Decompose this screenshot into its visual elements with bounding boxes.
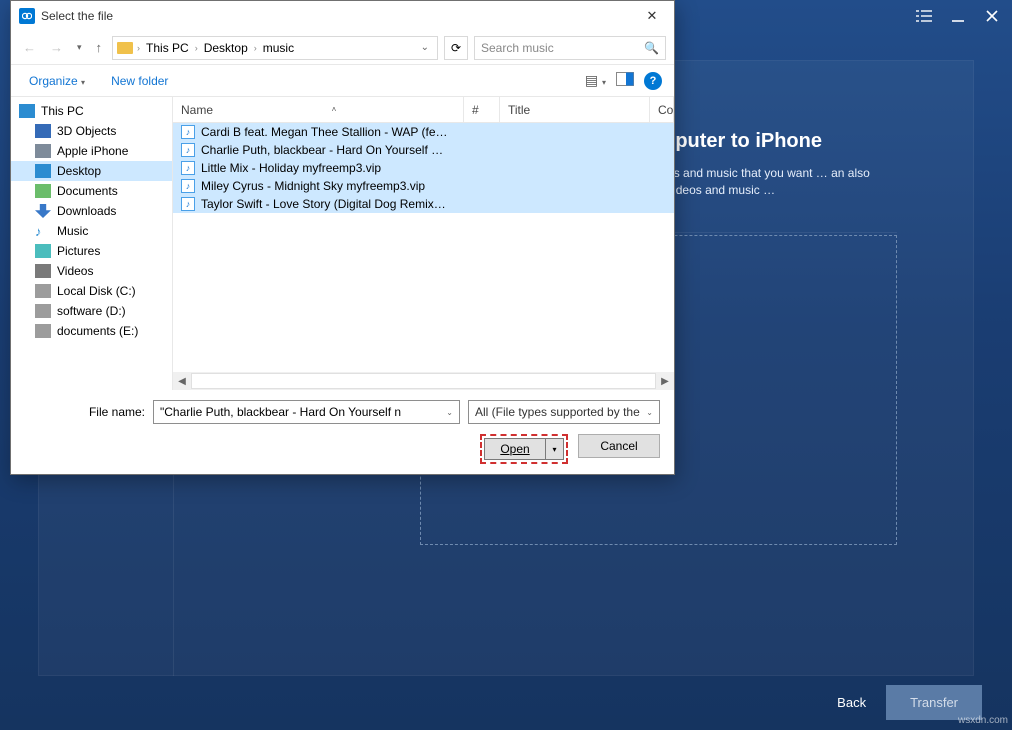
app-icon <box>19 8 35 24</box>
chevron-right-icon: › <box>137 43 140 53</box>
breadcrumb[interactable]: › This PC › Desktop › music ⌄ <box>112 36 438 60</box>
chevron-down-icon[interactable]: ⌄ <box>646 408 653 417</box>
open-dropdown-icon[interactable]: ▾ <box>546 438 564 460</box>
sidebar-item-desktop[interactable]: Desktop <box>11 161 172 181</box>
new-folder-button[interactable]: New folder <box>105 70 174 92</box>
sidebar-item-local-disk-c[interactable]: Local Disk (C:) <box>11 281 172 301</box>
nav-back-icon[interactable]: ← <box>19 38 40 57</box>
chevron-down-icon[interactable]: ⌄ <box>417 42 433 53</box>
column-co[interactable]: Co <box>650 97 674 122</box>
dialog-footer: File name: "Charlie Puth, blackbear - Ha… <box>11 390 674 474</box>
nav-toolbar: ← → ▾ ↑ › This PC › Desktop › music ⌄ ⟳ … <box>11 31 674 65</box>
scroll-left-icon[interactable]: ◀ <box>173 376 191 387</box>
sidebar-item-documents[interactable]: Documents <box>11 181 172 201</box>
sidebar-item-videos[interactable]: Videos <box>11 261 172 281</box>
crumb-this-pc[interactable]: This PC <box>144 41 191 55</box>
watermark: wsxdn.com <box>958 715 1008 726</box>
refresh-button[interactable]: ⟳ <box>444 36 468 60</box>
sidebar-item-apple-iphone[interactable]: Apple iPhone <box>11 141 172 161</box>
chevron-right-icon: › <box>254 43 257 53</box>
list-view-icon[interactable] <box>914 6 934 26</box>
audio-file-icon: ♪ <box>181 161 195 175</box>
scrollbar-track[interactable] <box>191 373 656 389</box>
list-header: Name˄ # Title Co <box>173 97 674 123</box>
file-picker-dialog: Select the file ✕ ← → ▾ ↑ › This PC › De… <box>10 0 675 475</box>
chevron-down-icon[interactable]: ⌄ <box>446 408 453 417</box>
list-item[interactable]: ♪Charlie Puth, blackbear - Hard On Yours… <box>173 141 674 159</box>
back-button[interactable]: Back <box>837 695 866 710</box>
audio-file-icon: ♪ <box>181 143 195 157</box>
cancel-button[interactable]: Cancel <box>578 434 660 458</box>
file-rows: ♪Cardi B feat. Megan Thee Stallion - WAP… <box>173 123 674 368</box>
audio-file-icon: ♪ <box>181 179 195 193</box>
preview-pane-icon[interactable] <box>616 72 634 89</box>
list-item[interactable]: ♪Little Mix - Holiday myfreemp3.vip <box>173 159 674 177</box>
search-icon: 🔍 <box>644 41 659 55</box>
column-name[interactable]: Name˄ <box>173 97 464 122</box>
view-options-icon[interactable]: ▤ ▾ <box>585 72 606 89</box>
command-toolbar: Organize ▾ New folder ▤ ▾ ? <box>11 65 674 97</box>
folder-tree: This PC 3D Objects Apple iPhone Desktop … <box>11 97 173 390</box>
sidebar-item-downloads[interactable]: Downloads <box>11 201 172 221</box>
list-item[interactable]: ♪Cardi B feat. Megan Thee Stallion - WAP… <box>173 123 674 141</box>
crumb-desktop[interactable]: Desktop <box>202 41 250 55</box>
sidebar-item-this-pc[interactable]: This PC <box>11 101 172 121</box>
close-button[interactable] <box>982 6 1002 26</box>
dialog-title: Select the file <box>41 9 113 23</box>
dialog-titlebar: Select the file ✕ <box>11 1 674 31</box>
chevron-right-icon: › <box>195 43 198 53</box>
sidebar-item-music[interactable]: ♪Music <box>11 221 172 241</box>
folder-icon <box>117 42 133 54</box>
search-placeholder: Search music <box>481 41 554 55</box>
page-heading: mputer to iPhone <box>658 130 822 153</box>
column-hash[interactable]: # <box>464 97 500 122</box>
horizontal-scrollbar[interactable]: ◀ ▶ <box>173 372 674 390</box>
list-item[interactable]: ♪Taylor Swift - Love Story (Digital Dog … <box>173 195 674 213</box>
organize-menu[interactable]: Organize ▾ <box>23 70 91 92</box>
list-item[interactable]: ♪Miley Cyrus - Midnight Sky myfreemp3.vi… <box>173 177 674 195</box>
nav-recent-icon[interactable]: ▾ <box>73 40 86 55</box>
open-button[interactable]: Open ▾ <box>484 438 564 460</box>
audio-file-icon: ♪ <box>181 125 195 139</box>
sidebar-item-3d-objects[interactable]: 3D Objects <box>11 121 172 141</box>
nav-forward-icon[interactable]: → <box>46 38 67 57</box>
search-input[interactable]: Search music 🔍 <box>474 36 666 60</box>
filename-label: File name: <box>25 405 145 419</box>
dialog-close-button[interactable]: ✕ <box>638 6 666 26</box>
help-icon[interactable]: ? <box>644 72 662 90</box>
nav-up-icon[interactable]: ↑ <box>92 38 107 57</box>
sidebar-item-pictures[interactable]: Pictures <box>11 241 172 261</box>
minimize-button[interactable] <box>948 6 968 26</box>
file-type-filter[interactable]: All (File types supported by the ⌄ <box>468 400 660 424</box>
sidebar-item-documents-e[interactable]: documents (E:) <box>11 321 172 341</box>
file-list-pane: Name˄ # Title Co ♪Cardi B feat. Megan Th… <box>173 97 674 390</box>
open-button-highlight: Open ▾ <box>480 434 568 464</box>
sidebar-item-software-d[interactable]: software (D:) <box>11 301 172 321</box>
sort-indicator-icon: ˄ <box>332 105 337 114</box>
filename-input[interactable]: "Charlie Puth, blackbear - Hard On Yours… <box>153 400 460 424</box>
audio-file-icon: ♪ <box>181 197 195 211</box>
column-title[interactable]: Title <box>500 97 650 122</box>
scroll-right-icon[interactable]: ▶ <box>656 376 674 387</box>
crumb-music[interactable]: music <box>261 41 296 55</box>
